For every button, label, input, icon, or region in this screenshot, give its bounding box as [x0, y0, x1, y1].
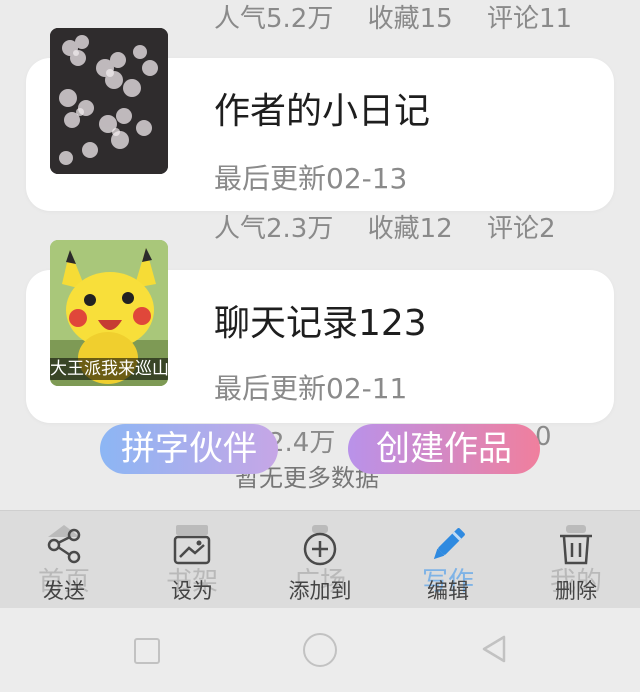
popularity-text-partial: 2.4万 — [268, 428, 336, 458]
create-work-button[interactable]: 创建作品 — [348, 424, 540, 474]
work-title[interactable]: 作者的小日记 — [214, 82, 430, 134]
recents-icon[interactable] — [134, 638, 160, 664]
popularity-text: 人气2.3万 — [214, 214, 334, 244]
edit-label: 编辑 — [427, 579, 469, 603]
add-to-label: 添加到 — [288, 579, 352, 603]
pen-icon — [428, 523, 468, 567]
comments-text: 评论2 — [486, 214, 556, 244]
add-to-button[interactable]: 广场 添加到 — [256, 511, 384, 609]
image-frame-icon — [172, 523, 212, 567]
trash-icon — [556, 523, 596, 567]
last-updated-text: 最后更新02-13 — [214, 162, 408, 195]
cherry-blossom-image — [50, 28, 168, 174]
comments-text: 评论11 — [486, 4, 573, 34]
home-icon[interactable] — [303, 633, 337, 667]
set-as-button[interactable]: 书架 设为 — [128, 511, 256, 609]
item-stats: 人气5.2万 收藏15 评论11 — [214, 0, 598, 35]
edit-button[interactable]: 写作 编辑 — [384, 511, 512, 609]
back-icon[interactable] — [480, 634, 508, 664]
work-title[interactable]: 聊天记录123 — [214, 294, 427, 346]
system-nav-bar — [0, 608, 640, 692]
favorites-text: 收藏12 — [367, 214, 453, 244]
delete-label: 删除 — [555, 579, 597, 603]
work-cover-image[interactable] — [50, 28, 168, 174]
item-stats: 人气2.3万 收藏12 评论2 — [214, 208, 582, 245]
partner-button[interactable]: 拼字伙伴 — [100, 424, 278, 474]
popularity-text: 人气5.2万 — [214, 4, 334, 34]
share-icon — [44, 523, 84, 567]
work-cover-image[interactable]: 大王派我来巡山 — [50, 240, 168, 386]
delete-button[interactable]: 我的 删除 — [512, 511, 640, 609]
thumb-caption: 大王派我来巡山 — [50, 358, 168, 380]
send-label: 发送 — [43, 579, 85, 603]
works-list: 人气5.2万 收藏15 评论11 作者的小日记 最后更新02-13 人气2.3万… — [0, 0, 640, 510]
last-updated-text: 最后更新02-11 — [214, 372, 408, 405]
favorites-text: 收藏15 — [367, 4, 453, 34]
set-as-label: 设为 — [171, 579, 213, 603]
action-bar: 首页 发送 书架 设为 广场 添加到 写作 编辑 我的 删除 — [0, 510, 640, 609]
send-button[interactable]: 首页 发送 — [0, 511, 128, 609]
add-circle-icon — [300, 523, 340, 567]
